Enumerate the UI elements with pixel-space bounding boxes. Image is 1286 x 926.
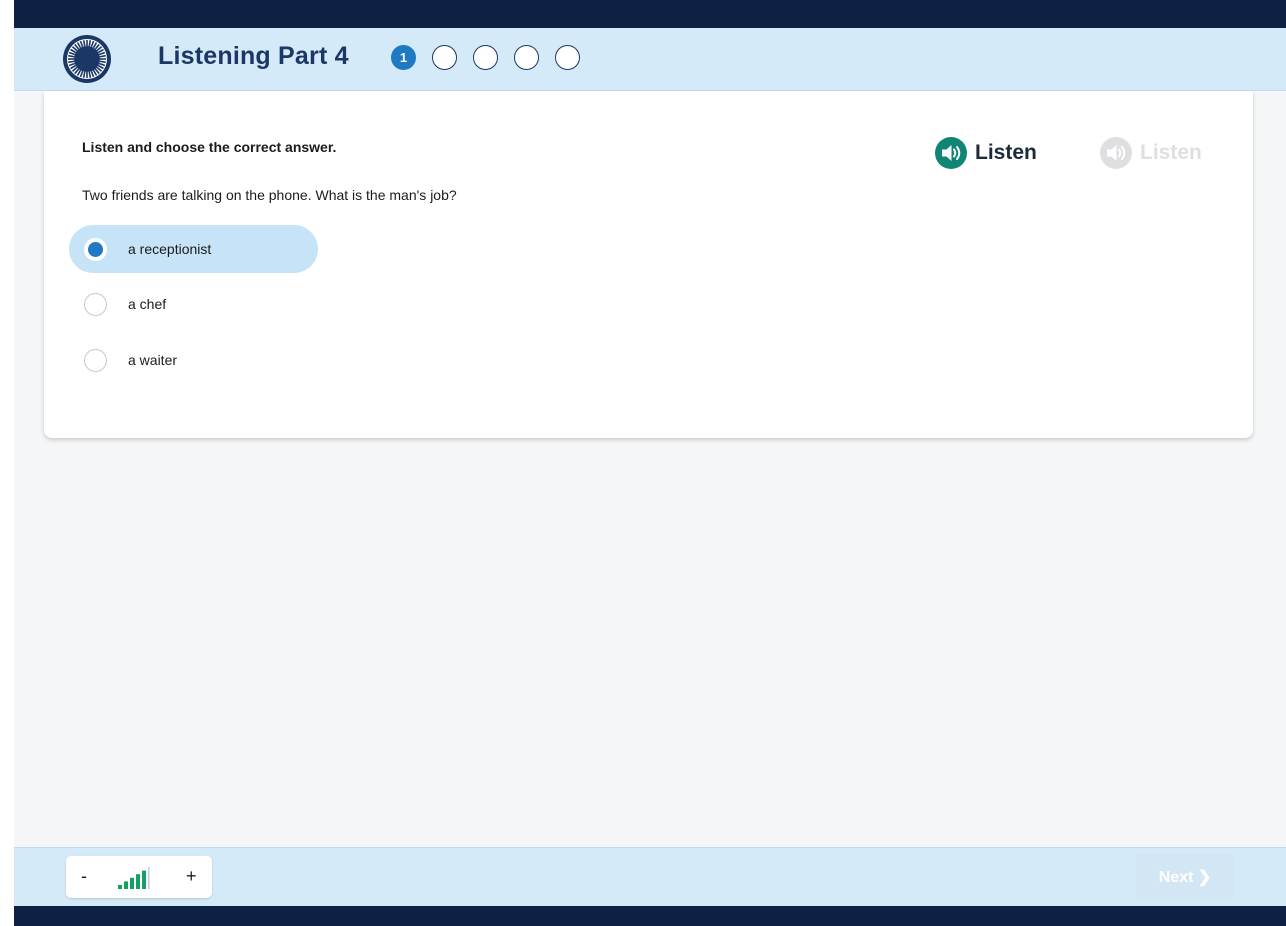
bottom-bar	[14, 906, 1286, 926]
step-1: 1	[391, 45, 416, 70]
question-card: Listen and choose the correct answer. Tw…	[44, 91, 1253, 438]
left-margin	[0, 0, 14, 926]
radio-button[interactable]	[84, 292, 107, 316]
logo-icon	[63, 35, 111, 83]
speaker-icon	[1100, 137, 1132, 169]
radio-button[interactable]	[84, 348, 107, 372]
option-a-waiter[interactable]: a waiter	[69, 336, 318, 384]
main-area: Listen and choose the correct answer. Tw…	[14, 91, 1286, 847]
volume-bar	[148, 867, 150, 889]
listen-button[interactable]: Listen	[934, 136, 1037, 170]
top-bar	[14, 0, 1286, 28]
option-label: a waiter	[128, 352, 178, 368]
step-4	[514, 45, 539, 70]
volume-level-icon[interactable]	[116, 867, 162, 889]
radio-button[interactable]	[84, 237, 107, 261]
volume-bar	[136, 874, 140, 889]
option-a-receptionist[interactable]: a receptionist	[69, 225, 318, 273]
option-a-chef[interactable]: a chef	[69, 280, 318, 328]
next-button[interactable]: Next ❯	[1136, 854, 1234, 900]
speaker-icon	[935, 137, 967, 169]
question-text: Two friends are talking on the phone. Wh…	[82, 187, 457, 203]
volume-down-button[interactable]: -	[81, 866, 87, 887]
volume-bar	[142, 870, 146, 889]
option-label: a receptionist	[128, 241, 212, 257]
listen-label: Listen	[975, 141, 1037, 164]
volume-control: - +	[66, 856, 212, 898]
volume-up-button[interactable]: +	[186, 866, 197, 887]
step-2	[432, 45, 457, 70]
page-title: Listening Part 4	[158, 42, 349, 70]
footer: - + Next ❯	[14, 847, 1286, 906]
step-5	[555, 45, 580, 70]
volume-bar	[118, 885, 122, 889]
listen-label-disabled: Listen	[1140, 141, 1202, 164]
step-3	[473, 45, 498, 70]
progress-steps: 1	[391, 45, 596, 70]
volume-bar	[124, 881, 128, 889]
option-label: a chef	[128, 296, 167, 312]
header: Listening Part 4 1	[14, 28, 1286, 91]
volume-bar	[130, 877, 134, 889]
radio-selected-dot	[88, 241, 103, 257]
instruction-text: Listen and choose the correct answer.	[82, 139, 337, 155]
listen-button-disabled: Listen	[1099, 136, 1202, 170]
